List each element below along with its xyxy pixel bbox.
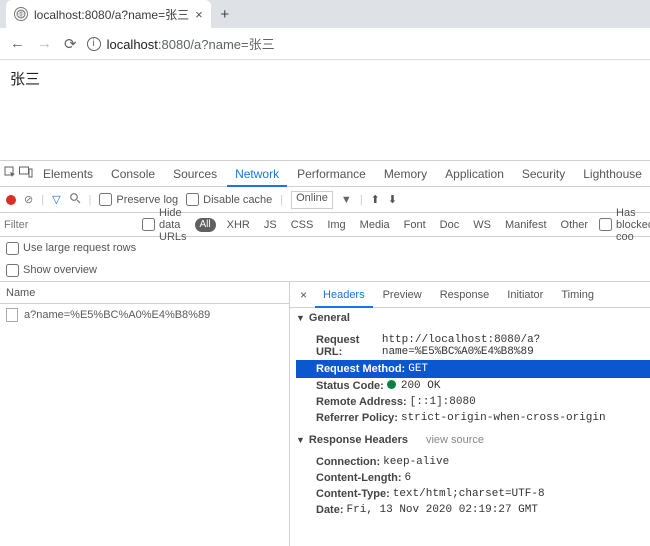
request-name: a?name=%E5%BC%A0%E4%B8%89 bbox=[24, 309, 210, 321]
tab-security[interactable]: Security bbox=[514, 161, 573, 187]
download-icon[interactable]: ⬇ bbox=[388, 193, 397, 206]
show-overview-checkbox[interactable]: Show overview bbox=[6, 264, 97, 277]
new-tab-button[interactable]: + bbox=[211, 6, 239, 23]
filter-css[interactable]: CSS bbox=[288, 219, 317, 231]
chevron-down-icon: ▼ bbox=[296, 435, 305, 445]
detail-tab-initiator[interactable]: Initiator bbox=[499, 282, 551, 308]
network-toolbar: ⊘ | ▽ | Preserve log Disable cache | Onl… bbox=[0, 187, 650, 213]
forward-icon: → bbox=[37, 35, 52, 52]
detail-tab-response[interactable]: Response bbox=[432, 282, 498, 308]
page-text: 张三 bbox=[10, 71, 40, 88]
filter-toggle-icon[interactable]: ▽ bbox=[52, 193, 60, 206]
inspect-element-icon[interactable] bbox=[4, 166, 17, 182]
record-icon[interactable] bbox=[6, 195, 16, 205]
filter-input[interactable] bbox=[4, 215, 134, 235]
filter-media[interactable]: Media bbox=[357, 219, 393, 231]
tab-strip: localhost:8080/a?name=张三 × + bbox=[0, 0, 650, 28]
tab-elements[interactable]: Elements bbox=[35, 161, 101, 187]
response-headers-section-title[interactable]: ▼Response Headersview source bbox=[290, 430, 650, 450]
tab-network[interactable]: Network bbox=[227, 161, 287, 187]
detail-tab-timing[interactable]: Timing bbox=[553, 282, 602, 308]
close-tab-icon[interactable]: × bbox=[195, 7, 203, 22]
document-icon bbox=[6, 308, 18, 322]
tab-performance[interactable]: Performance bbox=[289, 161, 374, 187]
general-section-title[interactable]: ▼General bbox=[290, 308, 650, 328]
general-section: Request URL:http://localhost:8080/a?name… bbox=[290, 328, 650, 430]
filter-manifest[interactable]: Manifest bbox=[502, 219, 550, 231]
clear-icon[interactable]: ⊘ bbox=[24, 193, 33, 206]
globe-icon bbox=[14, 7, 28, 21]
filter-js[interactable]: JS bbox=[261, 219, 280, 231]
status-dot-icon bbox=[387, 380, 396, 389]
tab-console[interactable]: Console bbox=[103, 161, 163, 187]
device-toolbar-icon[interactable] bbox=[19, 166, 33, 181]
close-detail-icon[interactable]: × bbox=[294, 288, 313, 302]
site-info-icon[interactable]: i bbox=[87, 37, 101, 51]
tab-memory[interactable]: Memory bbox=[376, 161, 435, 187]
chevron-down-icon: ▼ bbox=[296, 313, 305, 323]
address-bar: ← → ⟳ i localhost:8080/a?name=张三 bbox=[0, 28, 650, 60]
tab-sources[interactable]: Sources bbox=[165, 161, 225, 187]
tab-title: localhost:8080/a?name=张三 bbox=[34, 6, 189, 23]
filter-ws[interactable]: WS bbox=[470, 219, 494, 231]
request-method-row[interactable]: Request Method:GET bbox=[296, 360, 650, 378]
name-column-header[interactable]: Name bbox=[0, 282, 289, 304]
filter-all[interactable]: All bbox=[195, 218, 216, 232]
detail-tab-headers[interactable]: Headers bbox=[315, 282, 373, 308]
detail-tabs: × Headers Preview Response Initiator Tim… bbox=[290, 282, 650, 308]
omnibox[interactable]: i localhost:8080/a?name=张三 bbox=[87, 32, 644, 56]
dropdown-icon[interactable]: ▼ bbox=[341, 194, 352, 206]
filter-other[interactable]: Other bbox=[558, 219, 592, 231]
request-list: Name a?name=%E5%BC%A0%E4%B8%89 bbox=[0, 282, 290, 546]
network-options: Use large request rows Show overview bbox=[0, 237, 650, 282]
filter-doc[interactable]: Doc bbox=[437, 219, 463, 231]
network-main: Name a?name=%E5%BC%A0%E4%B8%89 × Headers… bbox=[0, 282, 650, 546]
filter-xhr[interactable]: XHR bbox=[224, 219, 253, 231]
upload-icon[interactable]: ⬆ bbox=[371, 193, 380, 206]
request-row[interactable]: a?name=%E5%BC%A0%E4%B8%89 bbox=[0, 304, 289, 326]
filter-font[interactable]: Font bbox=[401, 219, 429, 231]
url-text: localhost:8080/a?name=张三 bbox=[107, 34, 275, 53]
tab-lighthouse[interactable]: Lighthouse bbox=[575, 161, 650, 187]
devtools-tabs: Elements Console Sources Network Perform… bbox=[0, 161, 650, 187]
throttling-select[interactable]: Online bbox=[291, 191, 333, 209]
request-detail: × Headers Preview Response Initiator Tim… bbox=[290, 282, 650, 546]
use-large-rows-checkbox[interactable]: Use large request rows bbox=[6, 242, 136, 255]
devtools-panel: Elements Console Sources Network Perform… bbox=[0, 160, 650, 546]
tab-application[interactable]: Application bbox=[437, 161, 512, 187]
response-headers-section: Connection:keep-alive Content-Length:6 C… bbox=[290, 450, 650, 522]
page-body: 张三 bbox=[0, 60, 650, 160]
back-icon[interactable]: ← bbox=[10, 35, 25, 52]
network-filter-bar: Hide data URLs All XHR JS CSS Img Media … bbox=[0, 213, 650, 237]
browser-tab[interactable]: localhost:8080/a?name=张三 × bbox=[6, 0, 211, 28]
preserve-log-checkbox[interactable]: Preserve log bbox=[99, 193, 178, 206]
disable-cache-checkbox[interactable]: Disable cache bbox=[186, 193, 272, 206]
view-source-link[interactable]: view source bbox=[426, 434, 484, 446]
search-icon[interactable] bbox=[69, 192, 81, 207]
detail-tab-preview[interactable]: Preview bbox=[375, 282, 430, 308]
reload-icon[interactable]: ⟳ bbox=[64, 35, 77, 53]
filter-img[interactable]: Img bbox=[324, 219, 348, 231]
